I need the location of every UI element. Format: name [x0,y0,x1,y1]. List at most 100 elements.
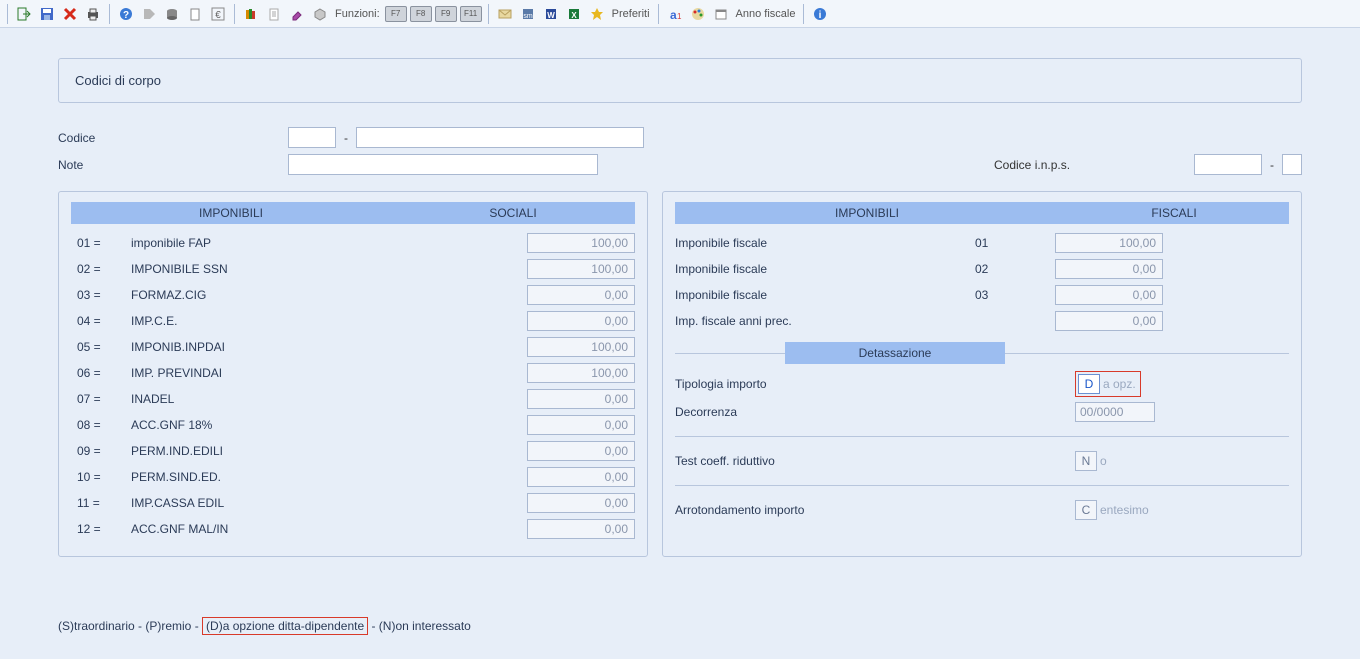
row-value[interactable]: 100,00 [527,233,635,253]
save-icon[interactable] [37,4,57,24]
row-label: IMP. PREVINDAI [131,366,527,380]
row-label: Imponibile fiscale [675,236,975,250]
excel-icon[interactable]: X [564,4,584,24]
row-value[interactable]: 0,00 [527,467,635,487]
sociali-row: 06 =IMP. PREVINDAI100,00 [71,360,635,386]
f11-key[interactable]: F11 [460,6,482,22]
row-label: FORMAZ.CIG [131,288,527,302]
footer-highlighted: (D)a opzione ditta-dipendente [202,617,368,635]
help-icon[interactable]: ? [116,4,136,24]
mail-icon[interactable] [495,4,515,24]
note-icon[interactable] [264,4,284,24]
row-label: IMPONIB.INPDAI [131,340,527,354]
row-value[interactable]: 0,00 [527,415,635,435]
arrot-code[interactable]: C [1075,500,1097,520]
row-value[interactable]: 0,00 [1055,285,1163,305]
row-value[interactable]: 100,00 [1055,233,1163,253]
star-icon[interactable] [587,4,607,24]
codice-inps-label: Codice i.n.p.s. [994,158,1194,172]
left-panel-header: IMPONIBILI SOCIALI [71,202,635,224]
tipologia-code-input[interactable]: D [1078,374,1100,394]
calc-icon[interactable]: sm [518,4,538,24]
main-content: Codici di corpo Codice - Note Codice i.n… [0,28,1360,643]
fiscali-row: Imp. fiscale anni prec. 0,00 [675,308,1289,334]
svg-text:1: 1 [677,12,682,21]
tipologia-suffix: a opz. [1103,377,1136,391]
svg-text:W: W [547,11,555,20]
svg-text:?: ? [123,10,129,21]
tag-icon[interactable] [139,4,159,24]
font-icon[interactable]: a1 [665,4,685,24]
codice-input-2[interactable] [356,127,644,148]
test-coeff-code[interactable]: N [1075,451,1097,471]
row-value[interactable]: 0,00 [527,311,635,331]
test-coeff-suffix: o [1100,454,1107,468]
row-code: 11 = [71,496,131,510]
palette-icon[interactable] [688,4,708,24]
books-icon[interactable] [241,4,261,24]
row-label: PERM.SIND.ED. [131,470,527,484]
row-value[interactable]: 0,00 [527,441,635,461]
inps-input-1[interactable] [1194,154,1262,175]
sociali-row: 05 =IMPONIB.INPDAI100,00 [71,334,635,360]
anno-fiscale-label: Anno fiscale [736,8,796,20]
fiscali-row: Imponibile fiscale030,00 [675,282,1289,308]
calendar-icon[interactable] [711,4,731,24]
info-icon[interactable]: i [810,4,830,24]
svg-text:€: € [215,10,221,21]
row-value[interactable]: 0,00 [527,285,635,305]
row-label: IMP.CASSA EDIL [131,496,527,510]
row-label: IMPONIBILE SSN [131,262,527,276]
print-icon[interactable] [83,4,103,24]
fiscali-row: Imponibile fiscale020,00 [675,256,1289,282]
row-value[interactable]: 0,00 [1055,311,1163,331]
right-col2: FISCALI [1059,206,1289,220]
footer-hint: (S)traordinario - (P)remio - (D)a opzion… [58,619,1302,633]
row-code: 08 = [71,418,131,432]
row-value[interactable]: 0,00 [527,493,635,513]
row-label: Imp. fiscale anni prec. [675,314,975,328]
row-value[interactable]: 100,00 [527,363,635,383]
row-value[interactable]: 0,00 [1055,259,1163,279]
left-col1: IMPONIBILI [71,206,391,220]
row-idx: 03 [975,288,1055,302]
database-icon[interactable] [162,4,182,24]
row-value[interactable]: 100,00 [527,259,635,279]
sociali-row: 02 =IMPONIBILE SSN100,00 [71,256,635,282]
codice-label: Codice [58,131,288,145]
cube-icon[interactable] [310,4,330,24]
footer-suffix: - (N)on interessato [368,619,471,633]
sociali-row: 01 =imponibile FAP100,00 [71,230,635,256]
euro-icon[interactable]: € [208,4,228,24]
footer-prefix: (S)traordinario - (P)remio - [58,619,202,633]
eraser-icon[interactable] [287,4,307,24]
note-input[interactable] [288,154,598,175]
f9-key[interactable]: F9 [435,6,457,22]
tipologia-label: Tipologia importo [675,377,1075,391]
sociali-row: 10 =PERM.SIND.ED.0,00 [71,464,635,490]
row-value[interactable]: 0,00 [527,519,635,539]
preferiti-label: Preferiti [612,8,650,20]
test-coeff-label: Test coeff. riduttivo [675,454,1075,468]
exit-icon[interactable] [14,4,34,24]
codice-input-1[interactable] [288,127,336,148]
inps-input-2[interactable] [1282,154,1302,175]
sociali-row: 11 =IMP.CASSA EDIL0,00 [71,490,635,516]
delete-icon[interactable] [60,4,80,24]
row-code: 12 = [71,522,131,536]
row-code: 05 = [71,340,131,354]
sociali-row: 03 =FORMAZ.CIG0,00 [71,282,635,308]
right-col1: IMPONIBILI [675,206,1059,220]
word-icon[interactable]: W [541,4,561,24]
f7-key[interactable]: F7 [385,6,407,22]
toolbar: ? € Funzioni: F7 F8 F9 F11 sm W X Prefer… [0,0,1360,28]
decorrenza-value[interactable]: 00/0000 [1075,402,1155,422]
new-doc-icon[interactable] [185,4,205,24]
svg-text:sm: sm [523,13,533,20]
row-value[interactable]: 0,00 [527,389,635,409]
left-col2: SOCIALI [391,206,635,220]
svg-text:i: i [819,10,822,21]
row-value[interactable]: 100,00 [527,337,635,357]
fiscali-row: Imponibile fiscale01100,00 [675,230,1289,256]
f8-key[interactable]: F8 [410,6,432,22]
